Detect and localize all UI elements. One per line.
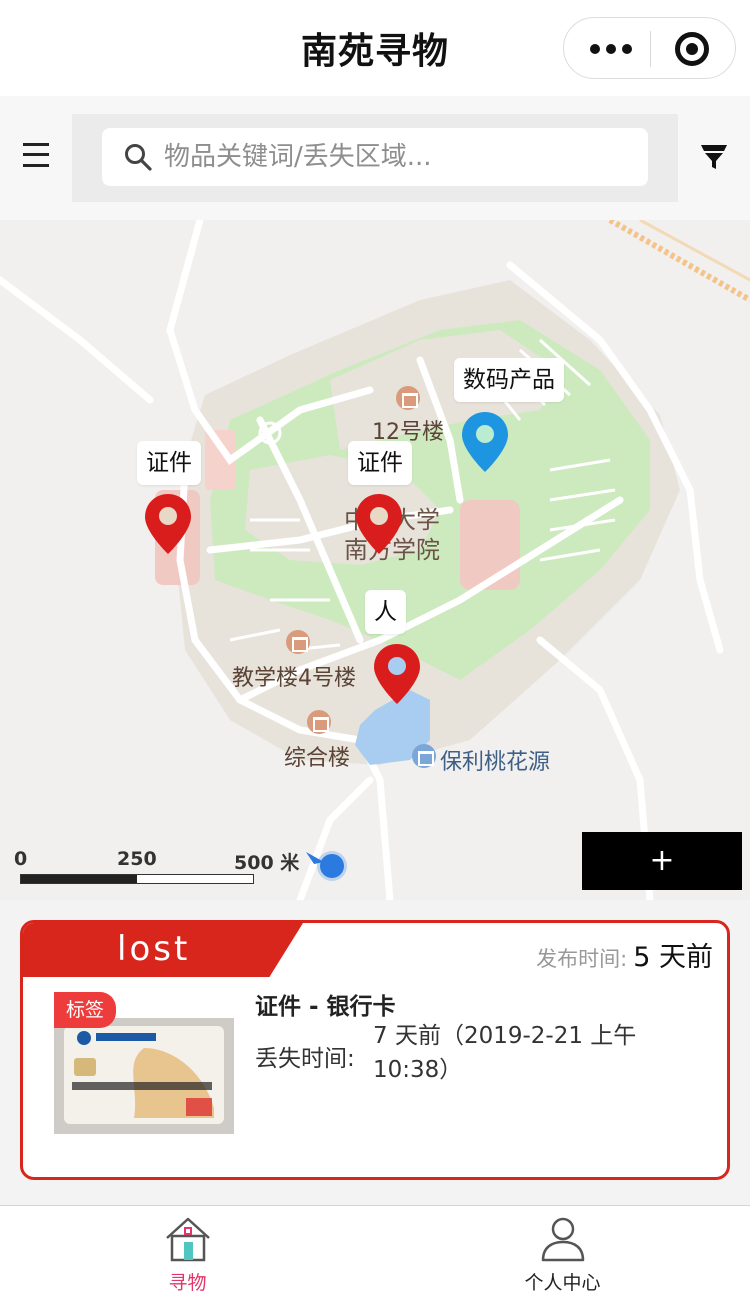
- menu-icon[interactable]: [23, 143, 49, 167]
- poi-complex-building: 综合楼: [284, 746, 351, 771]
- map-scale: 0 250 500 米: [14, 848, 314, 888]
- item-card[interactable]: lost 发布时间: 5 天前 标签 证件 - 银行卡 丢失时间: 7 天前（20…: [20, 920, 730, 1180]
- search-input[interactable]: [164, 136, 634, 178]
- scale-zero: 0: [14, 848, 28, 870]
- residential-poi-icon: [412, 744, 436, 768]
- publish-time-label: 发布时间:: [536, 947, 628, 971]
- mini-program-capsule: [563, 17, 736, 79]
- tab-search-label: 寻物: [168, 1272, 207, 1294]
- marker-label-id-2[interactable]: 证件: [348, 441, 412, 485]
- search-icon: [125, 144, 152, 171]
- marker-label-person[interactable]: 人: [365, 590, 406, 634]
- scale-end: 500 米: [234, 852, 300, 874]
- publish-time-value: 5 天前: [633, 942, 713, 973]
- tab-profile[interactable]: 个人中心: [375, 1206, 750, 1302]
- red-location-pin-icon[interactable]: [143, 492, 193, 556]
- current-location-icon[interactable]: [302, 848, 352, 884]
- map-view[interactable]: 12号楼 中山大学 南方学院 教学楼4号楼 综合楼 保利桃花源 证件 证件 数码…: [0, 220, 750, 900]
- filter-icon[interactable]: [700, 144, 728, 170]
- status-ribbon: lost: [23, 923, 303, 977]
- search-bar: [0, 96, 750, 220]
- title-bar: 南苑寻物: [0, 0, 750, 96]
- tab-search-items[interactable]: 寻物: [0, 1206, 375, 1302]
- search-container: [72, 114, 678, 202]
- red-location-pin-icon[interactable]: [354, 492, 404, 556]
- complex-poi-icon: [307, 710, 331, 734]
- add-item-button[interactable]: +: [582, 832, 742, 890]
- poi-residential: 保利桃花源: [440, 750, 551, 775]
- red-location-pin-icon[interactable]: [372, 642, 422, 706]
- scale-mid: 250: [117, 848, 157, 870]
- status-label: lost: [117, 929, 191, 969]
- poi-teaching-building-4: 教学楼4号楼: [232, 666, 356, 691]
- scale-bar: [20, 874, 254, 884]
- teaching-poi-icon: [286, 630, 310, 654]
- item-photo[interactable]: [54, 1018, 234, 1134]
- user-icon: [541, 1217, 585, 1262]
- blue-location-pin-icon[interactable]: [460, 410, 510, 474]
- marker-label-digital[interactable]: 数码产品: [454, 358, 564, 402]
- publish-time: 发布时间: 5 天前: [536, 935, 713, 974]
- tab-profile-label: 个人中心: [524, 1272, 601, 1294]
- bottom-tab-bar: 寻物 个人中心: [0, 1205, 750, 1302]
- home-icon: [166, 1217, 210, 1262]
- marker-label-id-1[interactable]: 证件: [137, 441, 201, 485]
- more-options-icon[interactable]: [590, 40, 634, 58]
- lost-time-value: 7 天前（2019-2-21 上午 10:38）: [373, 1023, 637, 1083]
- item-list: lost 发布时间: 5 天前 标签 证件 - 银行卡 丢失时间: 7 天前（20…: [0, 900, 750, 1205]
- item-tag-badge: 标签: [54, 992, 116, 1028]
- close-target-icon[interactable]: [675, 32, 709, 66]
- lost-time-label: 丢失时间:: [255, 1046, 355, 1072]
- building-poi-icon: [396, 386, 420, 410]
- search-box[interactable]: [102, 128, 648, 186]
- capsule-divider: [650, 31, 651, 67]
- item-title: 证件 - 银行卡: [255, 994, 396, 1020]
